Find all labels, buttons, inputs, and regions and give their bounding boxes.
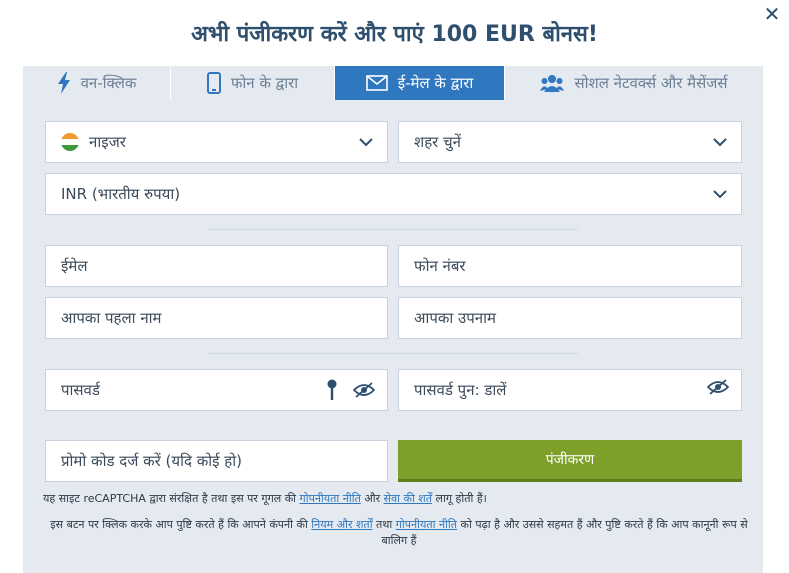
tab-phone[interactable]: फोन के द्वारा <box>171 66 335 100</box>
phone-placeholder: फोन नंबर <box>414 257 466 275</box>
eye-slash-icon[interactable] <box>707 379 729 395</box>
terms-and-conditions-link[interactable]: नियम और शर्तों <box>311 518 372 531</box>
page-title: अभी पंजीकरण करें और पाएं 100 EUR बोनस! <box>191 22 598 47</box>
eye-slash-icon[interactable] <box>353 382 375 398</box>
note-text: लागू होती हैं। <box>432 492 487 505</box>
divider <box>208 229 578 230</box>
tab-label: वन-क्लिक <box>80 74 137 92</box>
currency-select[interactable]: INR (भारतीय रुपया) <box>45 173 742 215</box>
chevron-down-icon <box>359 138 373 147</box>
divider <box>208 353 578 354</box>
promo-placeholder: प्रोमो कोड दर्ज करें (यदि कोई हो) <box>61 452 242 470</box>
password-placeholder: पासवर्ड <box>61 381 100 399</box>
tab-one-click[interactable]: वन-क्लिक <box>23 66 171 100</box>
email-field[interactable]: ईमेल <box>45 245 388 287</box>
tab-label: सोशल नेटवर्क्स और मैसेंजर्स <box>574 74 728 92</box>
promo-code-field[interactable]: प्रोमो कोड दर्ज करें (यदि कोई हो) <box>45 440 388 482</box>
registration-form: नाइजर शहर चुनें INR (भारतीय रुपया) ईमेल … <box>23 100 763 573</box>
users-icon <box>540 75 565 92</box>
note-text: यह साइट reCAPTCHA द्वारा संरक्षित है तथा… <box>43 492 300 505</box>
privacy-policy-link[interactable]: गोपनीयता नीति <box>396 518 457 531</box>
chevron-down-icon <box>713 138 727 147</box>
note-text: और <box>360 492 384 505</box>
first-name-field[interactable]: आपका पहला नाम <box>45 297 388 339</box>
city-placeholder: शहर चुनें <box>414 133 461 151</box>
city-select[interactable]: शहर चुनें <box>398 121 742 163</box>
first-name-placeholder: आपका पहला नाम <box>61 309 162 327</box>
india-flag-icon <box>61 133 79 151</box>
tab-social[interactable]: सोशल नेटवर्क्स और मैसेंजर्स <box>505 66 763 100</box>
consent-note: इस बटन पर क्लिक करके आप पुष्टि करते हैं … <box>43 517 755 549</box>
tab-label: फोन के द्वारा <box>230 74 299 92</box>
lightning-icon <box>57 72 70 94</box>
currency-value: INR (भारतीय रुपया) <box>61 185 181 203</box>
close-icon[interactable]: ✕ <box>762 4 782 24</box>
password-repeat-field[interactable]: पासवर्ड पुन: डालें <box>398 369 742 411</box>
country-value: नाइजर <box>89 133 126 151</box>
register-button[interactable]: पंजीकरण <box>398 440 742 482</box>
last-name-field[interactable]: आपका उपनाम <box>398 297 742 339</box>
key-icon[interactable] <box>327 379 337 401</box>
chevron-down-icon <box>713 190 727 199</box>
tab-email[interactable]: ई-मेल के द्वारा <box>335 66 505 100</box>
privacy-policy-link[interactable]: गोपनीयता नीति <box>300 492 361 505</box>
last-name-placeholder: आपका उपनाम <box>414 309 496 327</box>
password-repeat-placeholder: पासवर्ड पुन: डालें <box>414 381 507 399</box>
note-text: तथा <box>372 518 396 531</box>
registration-tabs: वन-क्लिक फोन के द्वारा ई-मेल के द्वारा स… <box>23 66 763 100</box>
recaptcha-note: यह साइट reCAPTCHA द्वारा संरक्षित है तथा… <box>43 491 743 507</box>
terms-of-service-link[interactable]: सेवा की शर्तें <box>384 492 432 505</box>
phone-field[interactable]: फोन नंबर <box>398 245 742 287</box>
envelope-icon <box>365 75 388 91</box>
password-field[interactable]: पासवर्ड <box>45 369 388 411</box>
phone-icon <box>206 72 221 94</box>
note-text: इस बटन पर क्लिक करके आप पुष्टि करते हैं … <box>50 518 312 531</box>
tab-label: ई-मेल के द्वारा <box>397 74 474 92</box>
email-placeholder: ईमेल <box>61 257 88 275</box>
country-select[interactable]: नाइजर <box>45 121 388 163</box>
